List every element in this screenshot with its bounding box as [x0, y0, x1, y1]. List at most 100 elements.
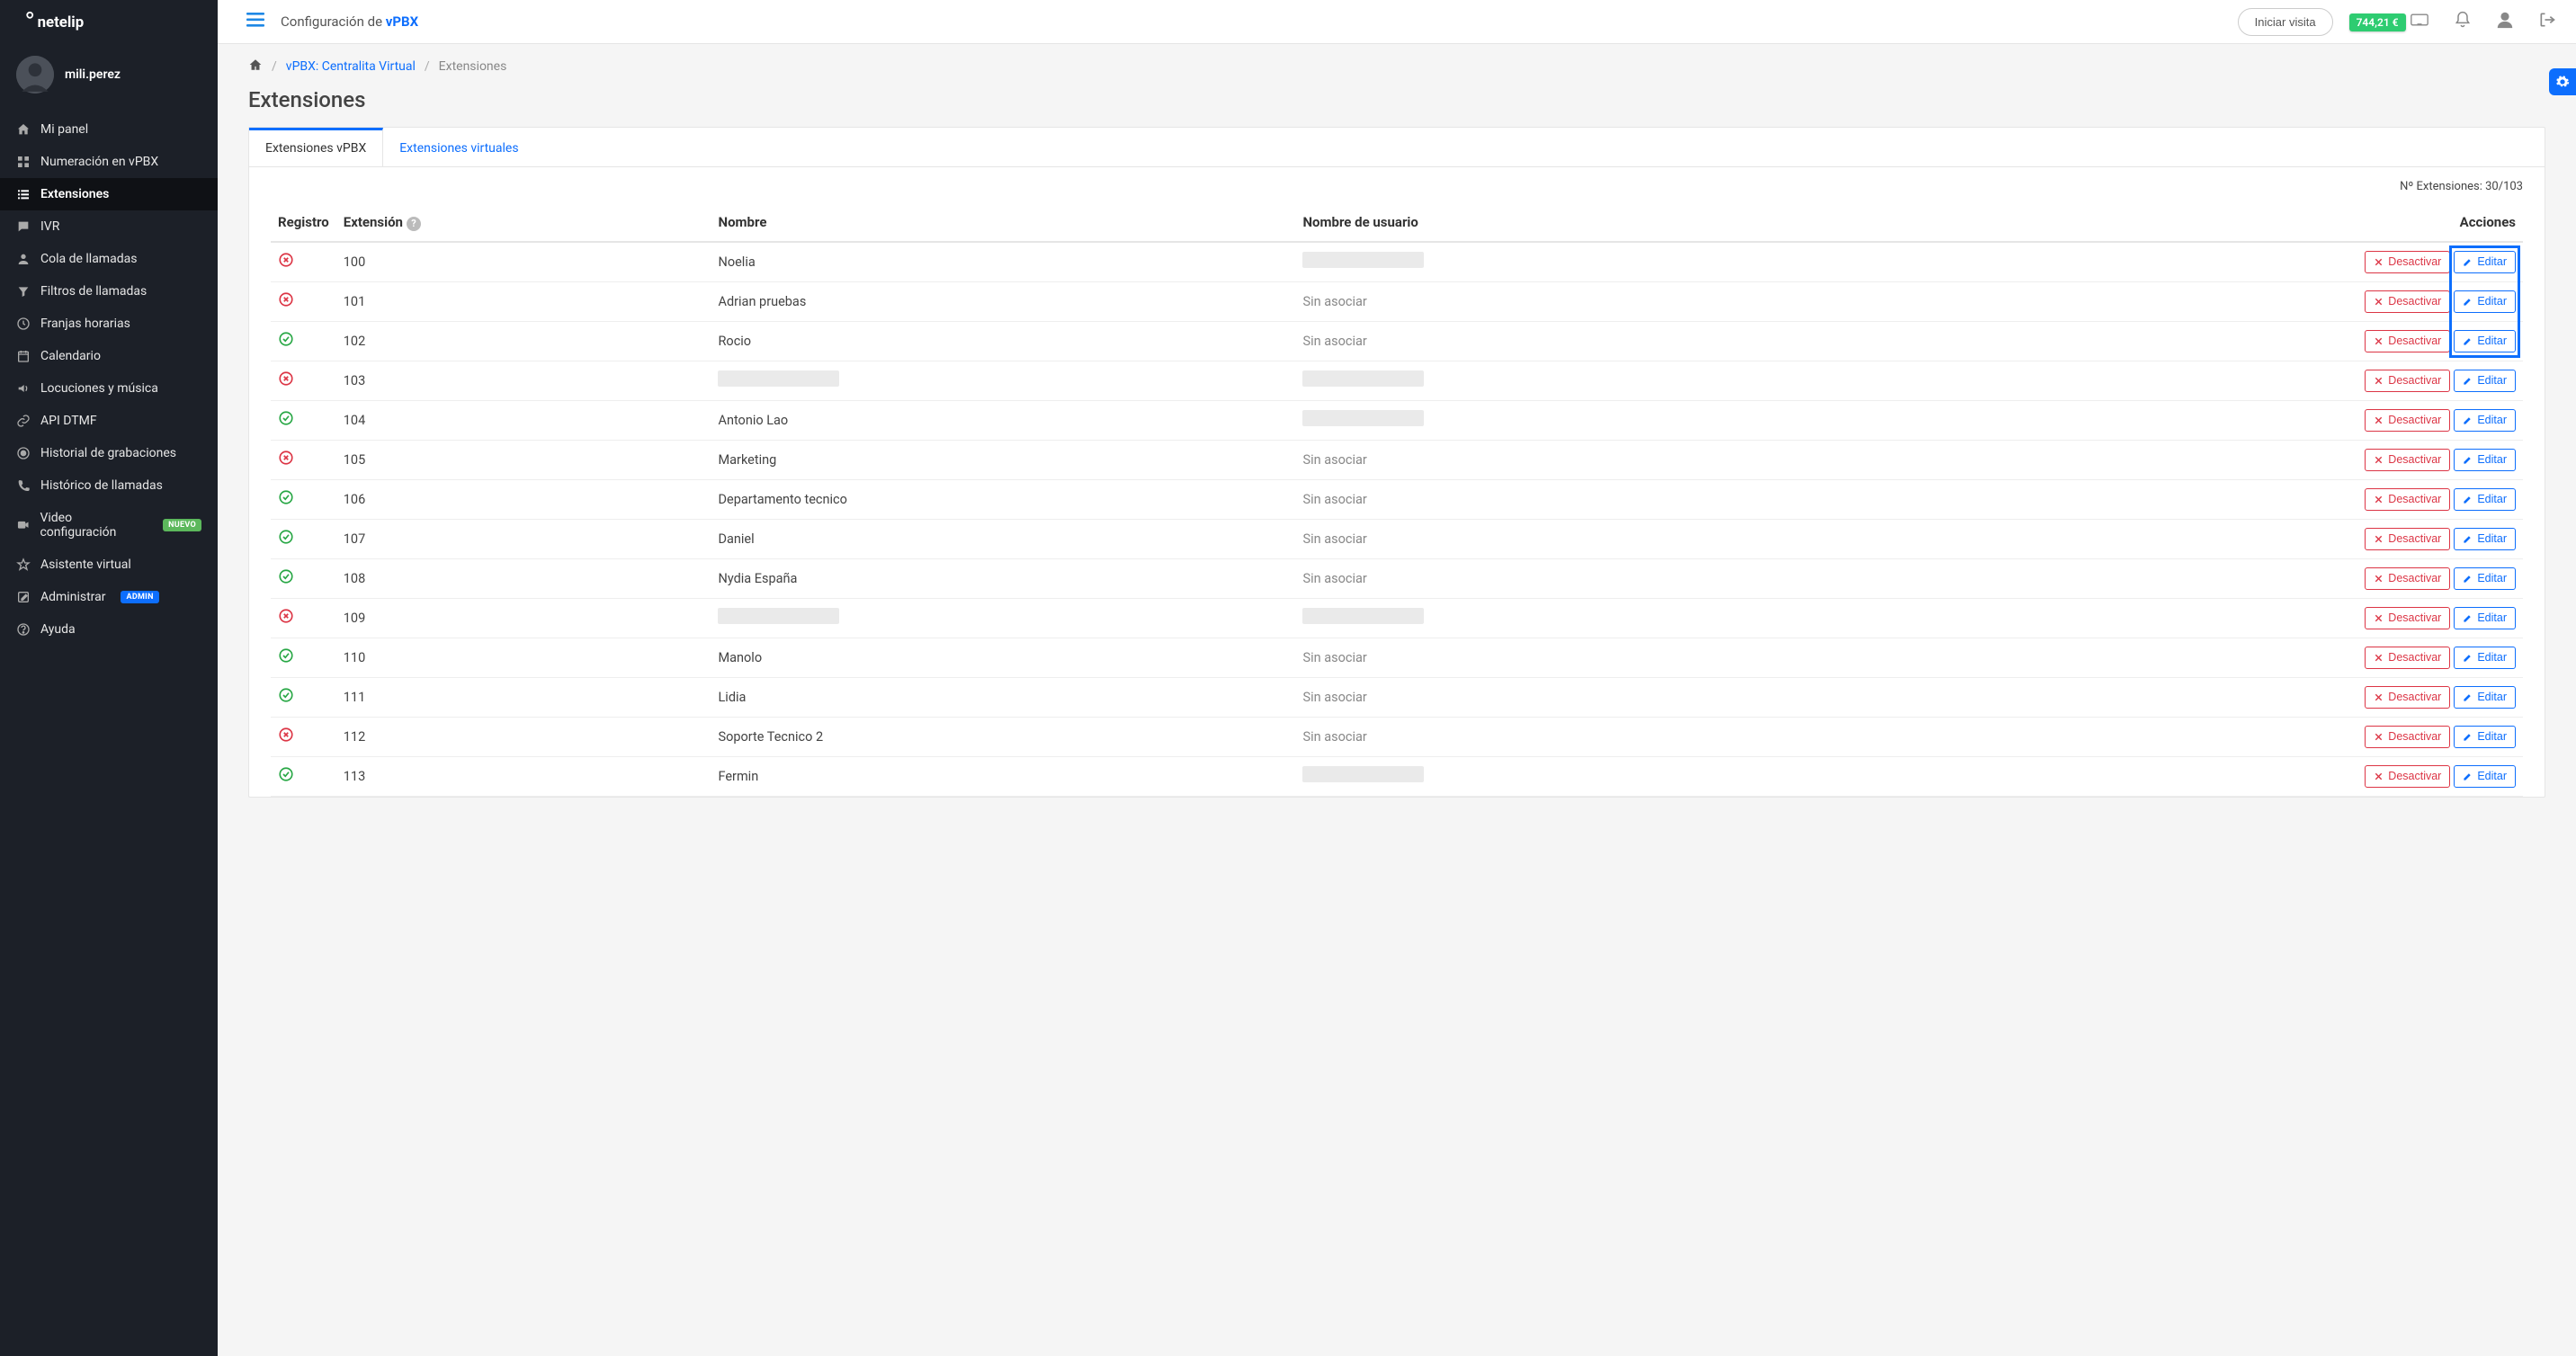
cell-extension: 112: [336, 717, 711, 756]
edit-button[interactable]: Editar: [2454, 290, 2516, 313]
sidebar-item-label: API DTMF: [40, 414, 97, 428]
breadcrumb-vpbx-link[interactable]: vPBX: Centralita Virtual: [286, 59, 416, 74]
edit-button[interactable]: Editar: [2454, 370, 2516, 392]
breadcrumb-home-icon[interactable]: [248, 58, 263, 75]
deactivate-button[interactable]: Desactivar: [2365, 290, 2450, 313]
sidebar-item-api-dtmf[interactable]: API DTMF: [0, 405, 218, 437]
redacted-placeholder: [1302, 766, 1424, 782]
cell-extension: 106: [336, 479, 711, 519]
sidebar-item-label: Cola de llamadas: [40, 252, 137, 266]
deactivate-button[interactable]: Desactivar: [2365, 528, 2450, 550]
cell-actions: DesactivarEditar: [1849, 558, 2523, 598]
help-icon[interactable]: ?: [407, 217, 421, 231]
menu-toggle-icon[interactable]: [246, 13, 264, 31]
sidebar-item-label: Mi panel: [40, 122, 88, 137]
status-ok-icon: [278, 766, 294, 782]
bell-icon[interactable]: [2450, 7, 2475, 36]
edit-button[interactable]: Editar: [2454, 449, 2516, 471]
deactivate-button[interactable]: Desactivar: [2365, 330, 2450, 352]
edit-button[interactable]: Editar: [2454, 647, 2516, 669]
deactivate-button[interactable]: Desactivar: [2365, 686, 2450, 709]
breadcrumb-current: Extensiones: [439, 59, 507, 74]
deactivate-button[interactable]: Desactivar: [2365, 409, 2450, 432]
cell-actions: DesactivarEditar: [1849, 756, 2523, 796]
redacted-placeholder: [1302, 410, 1424, 426]
cell-extension: 109: [336, 598, 711, 638]
edit-button[interactable]: Editar: [2454, 488, 2516, 511]
status-ok-icon: [278, 331, 294, 347]
redacted-placeholder: [718, 370, 839, 387]
topbar-title: Configuración de vPBX: [281, 13, 418, 30]
edit-button[interactable]: Editar: [2454, 409, 2516, 432]
sidebar-item-mi-panel[interactable]: Mi panel: [0, 113, 218, 146]
deactivate-button[interactable]: Desactivar: [2365, 567, 2450, 590]
iniciar-visita-button[interactable]: Iniciar visita: [2238, 8, 2333, 36]
table-row: 100Noelia DesactivarEditar: [271, 242, 2523, 282]
cell-nombre: Noelia: [711, 242, 1295, 282]
deactivate-button[interactable]: Desactivar: [2365, 647, 2450, 669]
cell-usuario: [1295, 361, 1849, 400]
balance-badge[interactable]: 744,21 €: [2349, 13, 2428, 30]
deactivate-button[interactable]: Desactivar: [2365, 607, 2450, 629]
extensions-count: Nº Extensiones: 30/103: [249, 167, 2545, 193]
sidebar-item-filtros-de-llamadas[interactable]: Filtros de llamadas: [0, 275, 218, 308]
user-icon[interactable]: [2491, 6, 2518, 37]
cell-actions: DesactivarEditar: [1849, 440, 2523, 479]
sidebar-item-franjas-horarias[interactable]: Franjas horarias: [0, 308, 218, 340]
deactivate-button[interactable]: Desactivar: [2365, 370, 2450, 392]
sidebar-item-extensiones[interactable]: Extensiones: [0, 178, 218, 210]
edit-button[interactable]: Editar: [2454, 330, 2516, 352]
extensions-table: Registro Extensión? Nombre Nombre de usu…: [271, 204, 2523, 797]
sidebar-item-label: Video configuración: [40, 511, 148, 540]
cell-usuario: Sin asociar: [1295, 519, 1849, 558]
deactivate-button[interactable]: Desactivar: [2365, 488, 2450, 511]
settings-float-icon[interactable]: [2549, 68, 2576, 95]
edit-button[interactable]: Editar: [2454, 567, 2516, 590]
grid-icon: [16, 155, 31, 169]
cell-extension: 100: [336, 242, 711, 282]
sidebar-item-label: Asistente virtual: [40, 558, 131, 572]
deactivate-button[interactable]: Desactivar: [2365, 449, 2450, 471]
col-extension: Extensión?: [336, 204, 711, 242]
sidebar-item-ayuda[interactable]: Ayuda: [0, 613, 218, 646]
edit-button[interactable]: Editar: [2454, 726, 2516, 748]
cell-usuario: Sin asociar: [1295, 281, 1849, 321]
brand-logo[interactable]: netelip: [0, 0, 218, 43]
sidebar-item-locuciones-y-m-sica[interactable]: Locuciones y música: [0, 372, 218, 405]
edit-button[interactable]: Editar: [2454, 251, 2516, 273]
sidebar-item-administrar[interactable]: AdministrarADMIN: [0, 581, 218, 613]
help-icon: [16, 622, 31, 637]
deactivate-button[interactable]: Desactivar: [2365, 765, 2450, 788]
redacted-placeholder: [1302, 252, 1424, 268]
sidebar-item-cola-de-llamadas[interactable]: Cola de llamadas: [0, 243, 218, 275]
logout-icon[interactable]: [2535, 7, 2560, 36]
sidebar-item-calendario[interactable]: Calendario: [0, 340, 218, 372]
edit-button[interactable]: Editar: [2454, 607, 2516, 629]
edit-button[interactable]: Editar: [2454, 765, 2516, 788]
sidebar-item-historial-de-grabaciones[interactable]: Historial de grabaciones: [0, 437, 218, 469]
edit-button[interactable]: Editar: [2454, 686, 2516, 709]
cell-actions: DesactivarEditar: [1849, 598, 2523, 638]
cell-extension: 113: [336, 756, 711, 796]
cell-actions: DesactivarEditar: [1849, 361, 2523, 400]
cell-nombre: Adrian pruebas: [711, 281, 1295, 321]
device-icon: [2411, 15, 2428, 30]
cell-nombre: Fermin: [711, 756, 1295, 796]
sidebar-item-ivr[interactable]: IVR: [0, 210, 218, 243]
clock-icon: [16, 317, 31, 331]
extensions-panel: Extensiones vPBX Extensiones virtuales N…: [248, 127, 2545, 798]
sidebar-user[interactable]: mili.perez: [0, 43, 218, 113]
deactivate-button[interactable]: Desactivar: [2365, 251, 2450, 273]
cell-extension: 110: [336, 638, 711, 677]
cell-usuario: Sin asociar: [1295, 479, 1849, 519]
deactivate-button[interactable]: Desactivar: [2365, 726, 2450, 748]
sidebar-item-video-configuraci-n[interactable]: Video configuraciónNUEVO: [0, 502, 218, 549]
status-ok-icon: [278, 568, 294, 584]
tab-extensiones-virtuales[interactable]: Extensiones virtuales: [383, 128, 534, 166]
sidebar-item-numeraci-n-en-vpbx[interactable]: Numeración en vPBX: [0, 146, 218, 178]
edit-button[interactable]: Editar: [2454, 528, 2516, 550]
status-ok-icon: [278, 647, 294, 664]
sidebar-item-asistente-virtual[interactable]: Asistente virtual: [0, 549, 218, 581]
sidebar-item-hist-rico-de-llamadas[interactable]: Histórico de llamadas: [0, 469, 218, 502]
tab-extensiones-vpbx[interactable]: Extensiones vPBX: [249, 128, 383, 166]
